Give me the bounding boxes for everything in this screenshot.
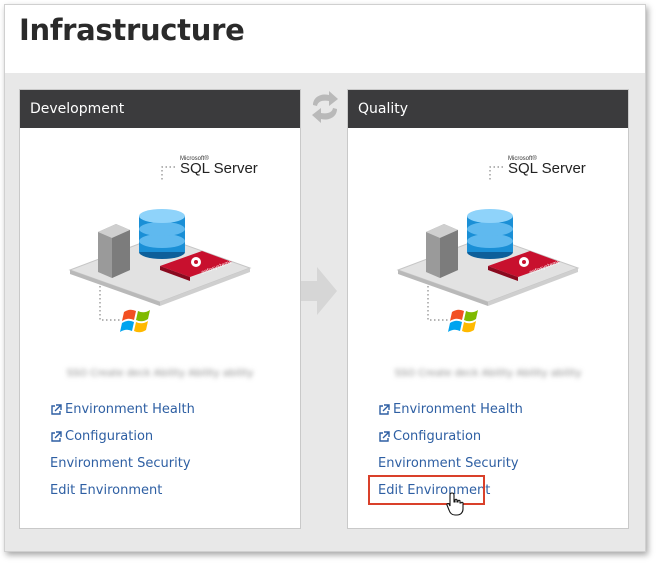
edit-environment-highlight xyxy=(368,475,485,505)
link-label: Environment Security xyxy=(50,456,191,471)
link-label: Environment Security xyxy=(378,456,519,471)
environment-card-development: Development Microsoft® SQL Server ontosy… xyxy=(19,89,301,529)
promote-arrow-icon xyxy=(301,267,337,315)
environment-caption: SSO Create deck Ability Ability ability xyxy=(66,368,254,379)
environment-health-link[interactable]: Environment Health xyxy=(378,396,523,423)
environment-card-title: Development xyxy=(20,90,300,128)
environment-health-link[interactable]: Environment Health xyxy=(50,396,195,423)
infrastructure-panel: Infrastructure Development Microsoft® SQ… xyxy=(4,4,646,552)
configuration-link[interactable]: Configuration xyxy=(378,423,523,450)
link-label: Environment Health xyxy=(393,402,523,417)
svg-text:SQL Server: SQL Server xyxy=(508,160,586,177)
environment-links: Environment Health Configuration Environ… xyxy=(50,396,195,504)
svg-text:SQL Server: SQL Server xyxy=(180,160,258,177)
header-bar: Infrastructure xyxy=(5,5,645,73)
windows-logo-icon xyxy=(448,309,478,333)
edit-environment-link[interactable]: Edit Environment xyxy=(50,477,195,504)
environment-diagram: Microsoft® SQL Server ontosystems xyxy=(68,155,258,333)
environment-card-title: Quality xyxy=(348,90,628,128)
swap-environments-icon[interactable] xyxy=(305,89,345,125)
page-title: Infrastructure xyxy=(19,13,245,47)
link-label: Environment Health xyxy=(65,402,195,417)
environment-caption: SSO Create deck Ability Ability ability xyxy=(394,368,582,379)
windows-logo-icon xyxy=(120,309,150,333)
link-label: Configuration xyxy=(65,429,154,444)
link-label: Edit Environment xyxy=(50,483,163,498)
external-link-icon xyxy=(51,430,62,442)
external-link-icon xyxy=(379,430,390,442)
configuration-link[interactable]: Configuration xyxy=(50,423,195,450)
external-link-icon xyxy=(51,403,62,415)
environment-security-link[interactable]: Environment Security xyxy=(50,450,195,477)
hand-cursor-icon xyxy=(446,492,464,516)
environment-diagram: Microsoft® SQL Server ontosystems xyxy=(396,155,586,333)
environment-security-link[interactable]: Environment Security xyxy=(378,450,523,477)
link-label: Configuration xyxy=(393,429,482,444)
external-link-icon xyxy=(379,403,390,415)
environment-card-quality: Quality Microsoft® SQL Server ontosystem… xyxy=(347,89,629,529)
